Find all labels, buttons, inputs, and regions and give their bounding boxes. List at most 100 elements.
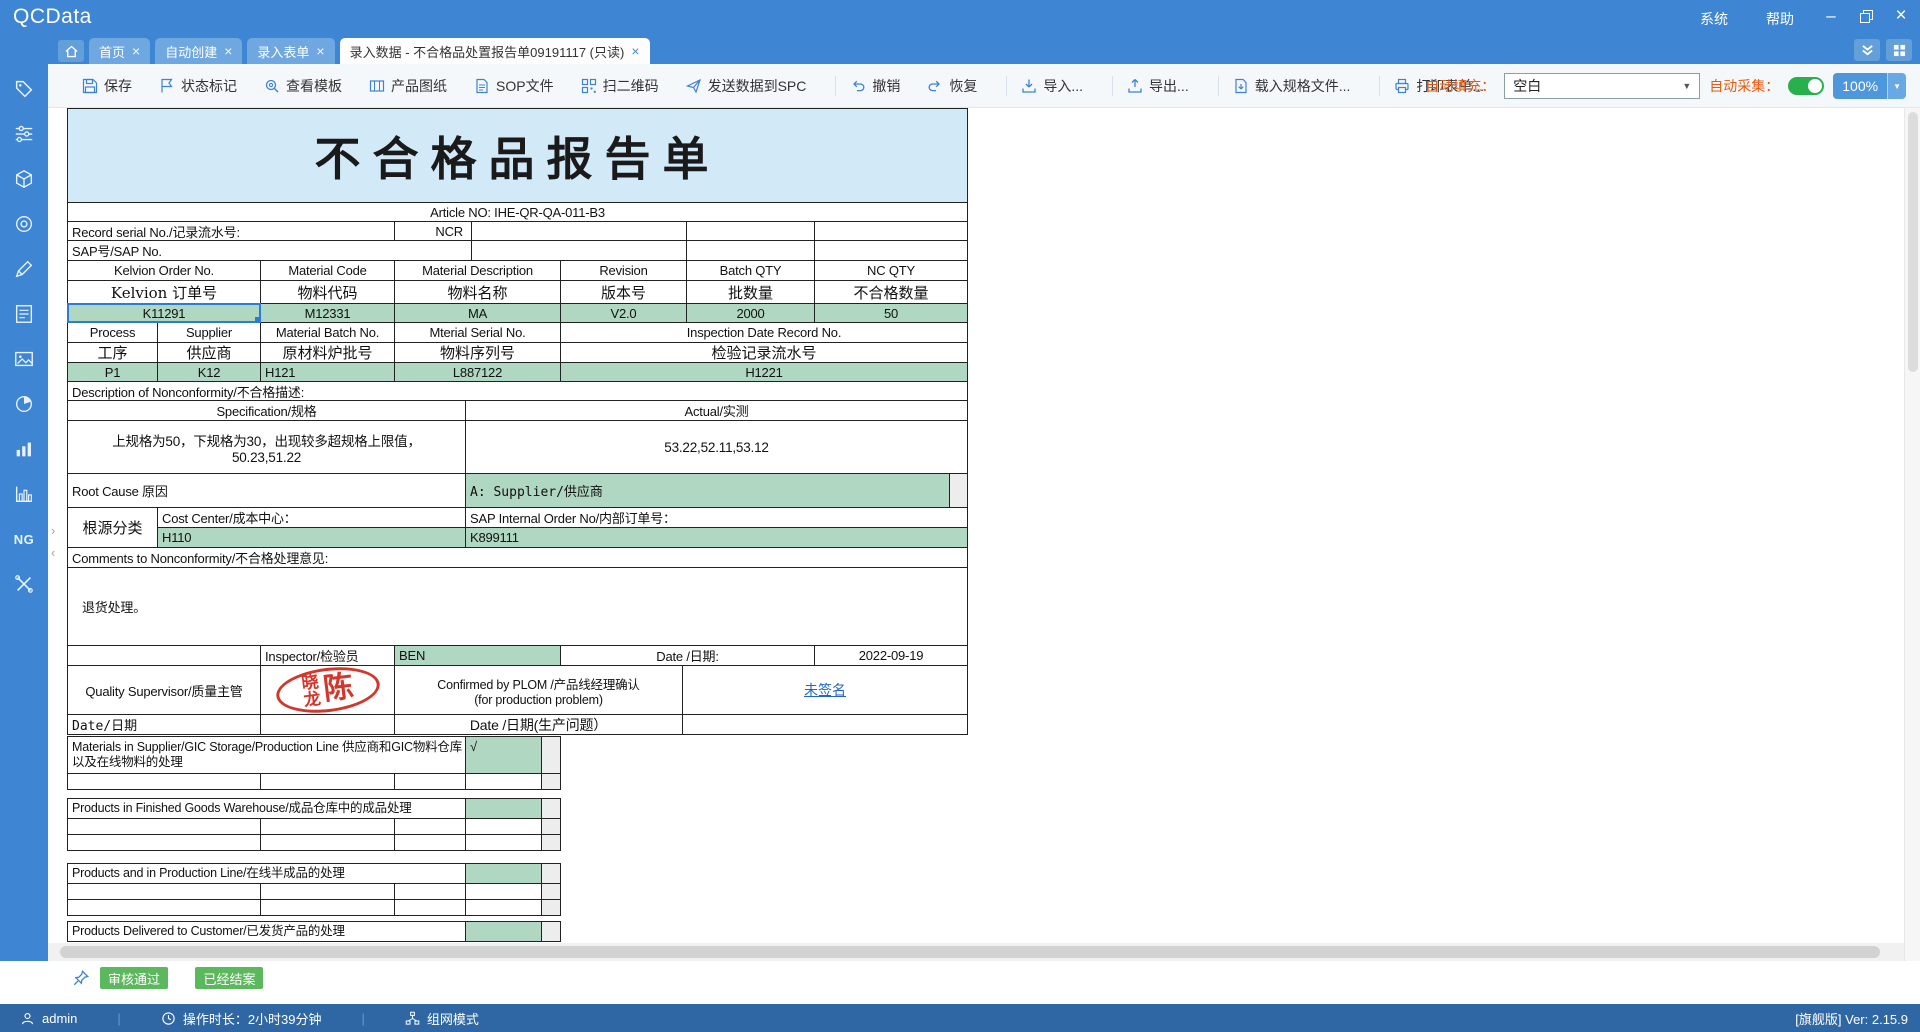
autocollect-toggle[interactable] bbox=[1788, 77, 1824, 95]
scan-qr-button[interactable]: 扫二维码 bbox=[581, 76, 659, 96]
import-button[interactable]: 导入... bbox=[1021, 76, 1083, 96]
sidebar-item-settings[interactable] bbox=[11, 121, 37, 147]
empty-cell[interactable] bbox=[465, 883, 542, 900]
home-tab-button[interactable] bbox=[58, 40, 84, 62]
sidebar-item-form[interactable] bbox=[11, 301, 37, 327]
autofill-select[interactable]: 空白 ▼ bbox=[1504, 73, 1700, 99]
empty-cell[interactable] bbox=[814, 221, 968, 241]
empty-cell[interactable] bbox=[394, 834, 466, 851]
load-spec-button[interactable]: 载入规格文件... bbox=[1233, 76, 1351, 96]
material-code-cell[interactable]: M12331 bbox=[260, 303, 395, 323]
sidebar-item-ng[interactable]: NG bbox=[11, 526, 37, 552]
vertical-scrollbar[interactable] bbox=[1904, 108, 1920, 961]
empty-cell[interactable] bbox=[465, 834, 542, 851]
tab-entry-data-active[interactable]: 录入数据 - 不合格品处置报告单09191117 (只读) × bbox=[340, 38, 650, 64]
finished-goods-check-cell[interactable] bbox=[465, 798, 542, 819]
actual-body-cell[interactable]: 53.22,52.11,53.12 bbox=[465, 420, 968, 474]
sap-value-cell[interactable] bbox=[471, 240, 687, 261]
tab-auto-create[interactable]: 自动创建 × bbox=[155, 38, 242, 64]
view-template-button[interactable]: 查看模板 bbox=[264, 76, 342, 96]
tab-grid-button[interactable] bbox=[1886, 39, 1912, 61]
restore-button[interactable] bbox=[1852, 4, 1880, 28]
inspector-value-cell[interactable]: BEN bbox=[394, 645, 561, 666]
production-line-check-cell[interactable] bbox=[465, 863, 542, 884]
caret-down-icon[interactable]: ▼ bbox=[1887, 73, 1906, 99]
pin-button[interactable] bbox=[72, 969, 90, 987]
empty-cell[interactable] bbox=[465, 773, 542, 790]
undo-button[interactable]: 撤销 bbox=[850, 76, 900, 96]
close-button[interactable]: × bbox=[1887, 4, 1915, 28]
sidebar-item-tools[interactable] bbox=[11, 571, 37, 597]
redo-button[interactable]: 恢复 bbox=[927, 76, 977, 96]
date-value-cell[interactable]: 2022-09-19 bbox=[814, 645, 968, 666]
unsigned-link[interactable]: 未签名 bbox=[804, 680, 846, 700]
sidebar-item-histogram[interactable] bbox=[11, 481, 37, 507]
empty-cell[interactable] bbox=[260, 714, 395, 735]
empty-cell[interactable] bbox=[394, 899, 466, 916]
sidebar-item-target[interactable] bbox=[11, 211, 37, 237]
production-line-strip[interactable] bbox=[541, 863, 561, 884]
panel-expand-arrow[interactable]: › bbox=[51, 523, 55, 538]
save-button[interactable]: 保存 bbox=[82, 76, 132, 96]
sidebar-item-pie-chart[interactable] bbox=[11, 391, 37, 417]
record-serial-value-cell[interactable] bbox=[471, 221, 687, 241]
empty-cell[interactable] bbox=[686, 221, 815, 241]
empty-cell[interactable] bbox=[260, 834, 395, 851]
tab-close-icon[interactable]: × bbox=[316, 44, 324, 58]
product-drawing-button[interactable]: 产品图纸 bbox=[369, 76, 447, 96]
tab-overflow-button[interactable] bbox=[1854, 39, 1880, 61]
finished-goods-strip[interactable] bbox=[541, 798, 561, 819]
material-batch-cell[interactable]: H121 bbox=[260, 362, 395, 382]
tab-entry-form[interactable]: 录入表单 × bbox=[247, 38, 334, 64]
sidebar-item-products[interactable] bbox=[11, 166, 37, 192]
empty-cell[interactable] bbox=[814, 240, 968, 261]
minimize-button[interactable]: – bbox=[1817, 4, 1845, 28]
empty-cell[interactable] bbox=[67, 773, 261, 790]
sap-order-value-cell[interactable]: K899111 bbox=[465, 527, 968, 548]
zoom-control[interactable]: 100% ▼ bbox=[1833, 73, 1906, 99]
inspection-record-cell[interactable]: H1221 bbox=[560, 362, 968, 382]
empty-cell[interactable] bbox=[394, 883, 466, 900]
status-mark-button[interactable]: 状态标记 bbox=[159, 76, 237, 96]
vertical-scrollbar-thumb[interactable] bbox=[1908, 112, 1918, 372]
supplier-cell[interactable]: K12 bbox=[157, 362, 261, 382]
sidebar-item-tag[interactable] bbox=[11, 76, 37, 102]
order-no-cell-selected[interactable]: K11291 bbox=[67, 303, 261, 323]
sop-file-button[interactable]: SOP文件 bbox=[474, 76, 554, 96]
materials-strip[interactable] bbox=[541, 736, 561, 774]
sidebar-item-bar-chart[interactable] bbox=[11, 436, 37, 462]
empty-cell[interactable] bbox=[394, 818, 466, 835]
revision-cell[interactable]: V2.0 bbox=[560, 303, 687, 323]
menu-system[interactable]: 系统 bbox=[1700, 9, 1728, 29]
batch-qty-cell[interactable]: 2000 bbox=[686, 303, 815, 323]
horizontal-scrollbar[interactable] bbox=[48, 943, 1904, 961]
empty-cell[interactable] bbox=[686, 240, 815, 261]
material-desc-cell[interactable]: MA bbox=[394, 303, 561, 323]
tab-home[interactable]: 首页 × bbox=[89, 38, 150, 64]
empty-cell[interactable] bbox=[260, 818, 395, 835]
empty-cell[interactable] bbox=[465, 818, 542, 835]
empty-cell[interactable] bbox=[67, 834, 261, 851]
delivered-check-cell[interactable] bbox=[465, 921, 542, 942]
root-cause-dropdown-strip[interactable] bbox=[949, 473, 968, 508]
empty-cell[interactable] bbox=[67, 818, 261, 835]
empty-cell[interactable] bbox=[465, 899, 542, 916]
delivered-strip[interactable] bbox=[541, 921, 561, 942]
materials-check-cell[interactable]: √ bbox=[465, 736, 542, 774]
root-cause-value-cell[interactable]: A: Supplier/供应商 bbox=[465, 473, 950, 508]
send-spc-button[interactable]: 发送数据到SPC bbox=[686, 76, 807, 96]
empty-cell[interactable] bbox=[260, 773, 395, 790]
sidebar-item-image[interactable] bbox=[11, 346, 37, 372]
empty-cell[interactable] bbox=[394, 773, 466, 790]
selection-handle[interactable] bbox=[255, 317, 261, 323]
empty-cell[interactable] bbox=[682, 714, 968, 735]
empty-cell[interactable] bbox=[260, 883, 395, 900]
comments-value-cell[interactable]: 退货处理。 bbox=[67, 567, 968, 646]
panel-collapse-arrow[interactable]: ‹ bbox=[51, 545, 55, 560]
empty-cell[interactable] bbox=[260, 899, 395, 916]
menu-help[interactable]: 帮助 bbox=[1766, 9, 1794, 29]
material-serial-cell[interactable]: L887122 bbox=[394, 362, 561, 382]
process-cell[interactable]: P1 bbox=[67, 362, 158, 382]
export-button[interactable]: 导出... bbox=[1127, 76, 1189, 96]
tab-close-icon[interactable]: × bbox=[224, 44, 232, 58]
